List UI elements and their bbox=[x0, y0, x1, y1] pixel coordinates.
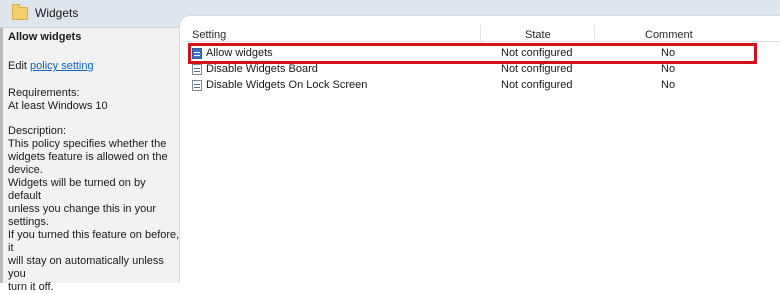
setting-state: Not configured bbox=[501, 63, 573, 75]
window-title: Widgets bbox=[35, 6, 79, 20]
description: Description: This policy specifies wheth… bbox=[8, 125, 180, 294]
edit-prefix: Edit bbox=[8, 60, 31, 72]
policy-setting-link[interactable]: policy setting bbox=[30, 60, 94, 72]
setting-name: Disable Widgets On Lock Screen bbox=[206, 79, 368, 91]
selection-highlight-box bbox=[188, 43, 757, 64]
description-text: If you turned this feature on before, it… bbox=[8, 229, 180, 293]
column-header-state[interactable]: State bbox=[525, 29, 551, 41]
column-header-comment[interactable]: Comment bbox=[645, 29, 693, 41]
column-divider[interactable] bbox=[594, 25, 595, 42]
policy-heading: Allow widgets bbox=[8, 31, 82, 43]
column-divider[interactable] bbox=[480, 25, 481, 42]
requirements-value: At least Windows 10 bbox=[8, 100, 108, 112]
setting-row-disable-widgets-lock-screen[interactable]: Disable Widgets On Lock Screen Not confi… bbox=[192, 78, 762, 94]
setting-row-disable-widgets-board[interactable]: Disable Widgets Board Not configured No bbox=[192, 62, 762, 78]
folder-icon bbox=[12, 4, 28, 20]
requirements-label: Requirements: bbox=[8, 87, 80, 99]
setting-comment: No bbox=[661, 63, 676, 75]
policy-setting-icon bbox=[192, 64, 202, 75]
policy-setting-icon bbox=[192, 80, 202, 91]
column-header-setting[interactable]: Setting bbox=[192, 29, 226, 41]
setting-name: Disable Widgets Board bbox=[206, 63, 318, 75]
description-text: This policy specifies whether the widget… bbox=[8, 138, 168, 176]
description-pane: Allow widgets Edit policy setting Requir… bbox=[0, 28, 180, 293]
setting-state: Not configured bbox=[501, 79, 573, 91]
edit-line: Edit policy setting bbox=[8, 60, 180, 72]
description-label: Description: bbox=[8, 125, 67, 137]
header-divider bbox=[182, 41, 780, 42]
setting-comment: No bbox=[661, 79, 676, 91]
description-text: Widgets will be turned on by default unl… bbox=[8, 177, 156, 228]
requirements: Requirements: At least Windows 10 bbox=[8, 87, 180, 113]
